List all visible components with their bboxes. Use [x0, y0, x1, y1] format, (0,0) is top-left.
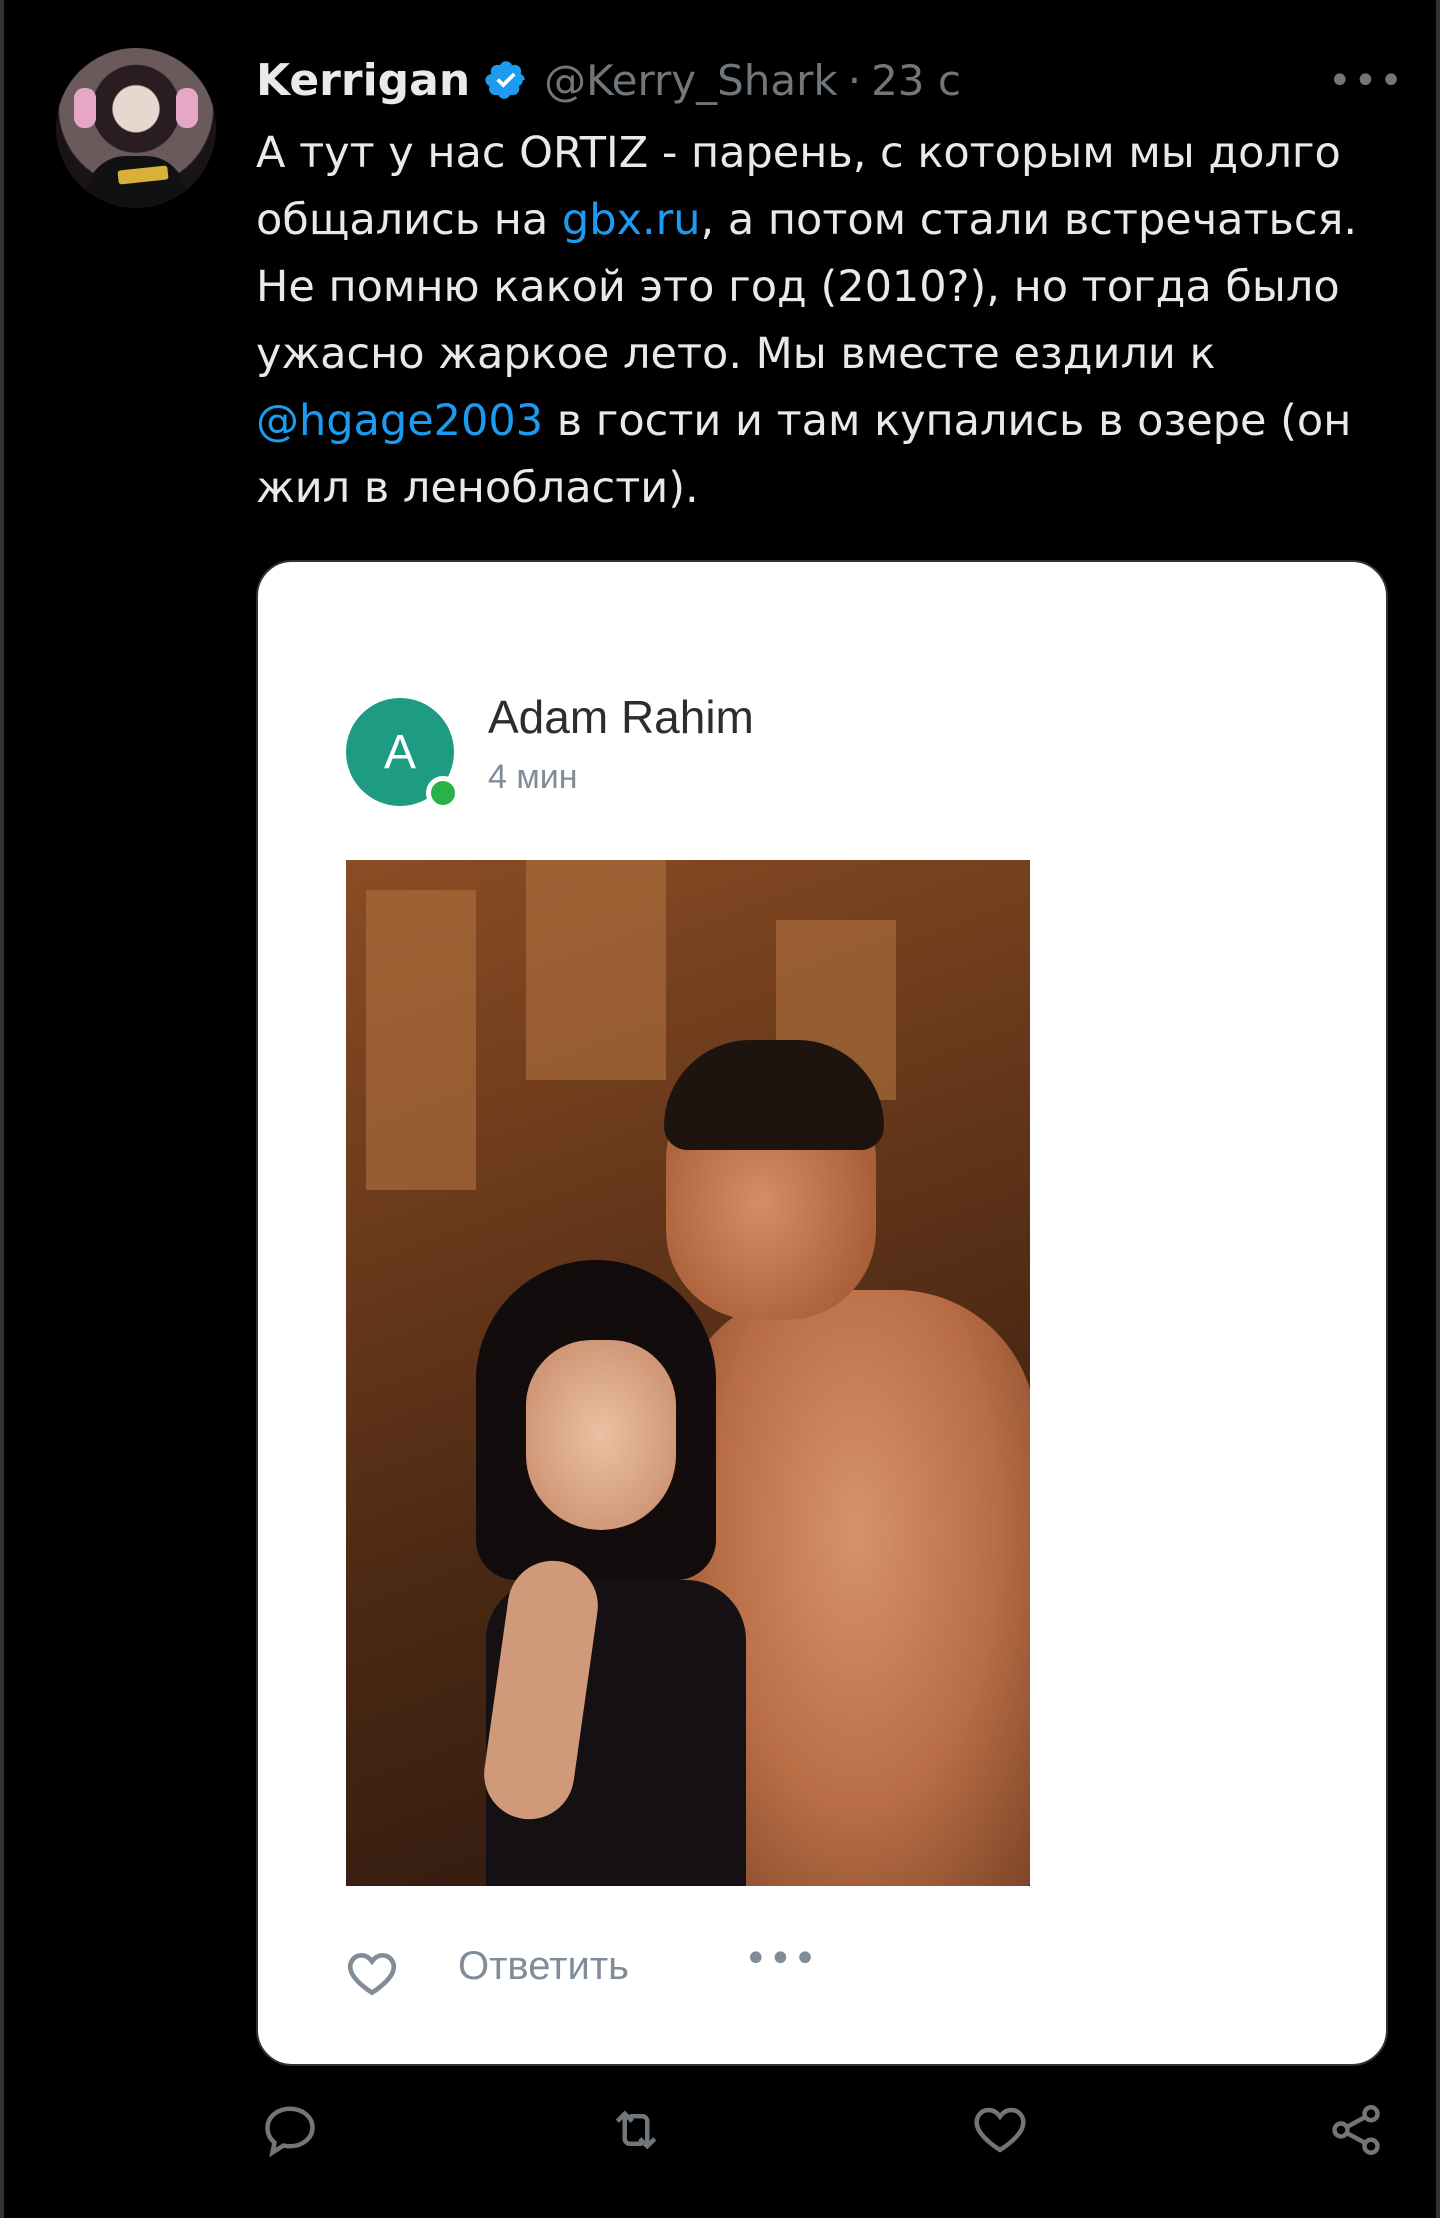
share-icon[interactable] [1326, 2100, 1386, 2160]
author-handle[interactable]: @Kerry_Shark [544, 56, 838, 105]
tweet-header: Kerrigan @Kerry_Shark · 23 с [256, 52, 961, 108]
headphone-ear [74, 88, 96, 128]
more-options-icon[interactable]: ••• [1328, 58, 1405, 104]
tweet-actions [256, 2100, 1406, 2180]
heart-icon [347, 1952, 397, 1996]
right-border [1436, 0, 1440, 2218]
embedded-more-icon: ••• [744, 1936, 818, 1982]
embedded-reply-label: Ответить [458, 1944, 629, 1988]
author-name[interactable]: Kerrigan [256, 55, 470, 106]
photo-background [526, 860, 666, 1080]
left-border [0, 0, 4, 2218]
headphone-ear [176, 88, 198, 128]
verified-badge-icon [485, 61, 525, 99]
embedded-post-time: 4 мин [488, 758, 578, 796]
reply-icon[interactable] [260, 2100, 320, 2160]
embedded-photo [346, 860, 1030, 1886]
author-avatar[interactable] [56, 48, 216, 208]
retweet-icon[interactable] [606, 2100, 666, 2160]
embedded-author-name: Adam Rahim [488, 691, 754, 743]
mention-link[interactable]: @hgage2003 [256, 396, 543, 446]
gbx-link[interactable]: gbx.ru [562, 195, 701, 245]
photo-person [526, 1340, 676, 1530]
online-status-indicator [426, 776, 460, 810]
separator-dot: · [847, 55, 862, 105]
tweet-time[interactable]: 23 с [871, 56, 961, 105]
tweet-text: А тут у нас ORTIZ - парень, с которым мы… [256, 120, 1406, 522]
attached-image[interactable]: A Adam Rahim 4 мин Ответить ••• [256, 560, 1388, 2066]
tweet[interactable]: Kerrigan @Kerry_Shark · 23 с ••• А тут у… [0, 0, 1440, 2218]
photo-background [366, 890, 476, 1190]
heart-icon[interactable] [970, 2100, 1030, 2160]
